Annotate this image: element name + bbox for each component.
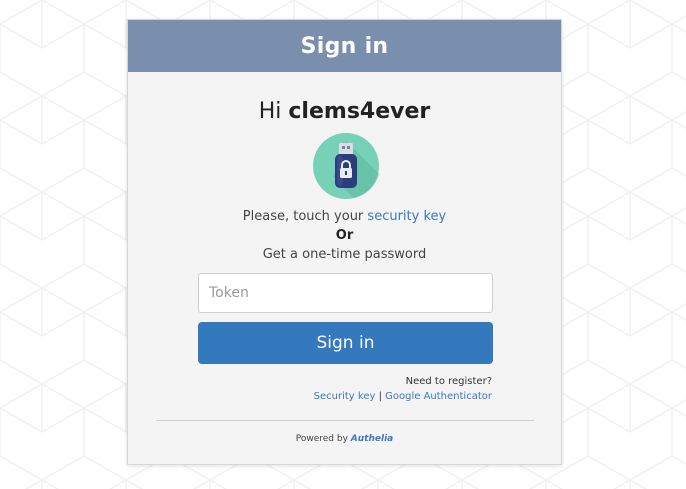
divider xyxy=(156,420,534,421)
sign-in-button[interactable]: Sign in xyxy=(198,322,493,364)
token-input[interactable] xyxy=(198,273,493,313)
greeting-prefix: Hi xyxy=(258,99,282,124)
powered-by-footer: Powered by Authelia xyxy=(128,434,561,444)
sign-in-card: Sign in Hi clems4ever Please, touch your… xyxy=(127,19,562,465)
authelia-brand-link[interactable]: Authelia xyxy=(351,434,393,444)
greeting: Hi clems4ever xyxy=(128,99,561,124)
card-header: Sign in xyxy=(128,20,561,72)
page-title: Sign in xyxy=(300,33,389,59)
or-separator: Or xyxy=(335,228,354,243)
register-google-authenticator-link[interactable]: Google Authenticator xyxy=(385,391,492,402)
usb-security-key-icon xyxy=(313,133,379,199)
otp-prompt: Get a one-time password xyxy=(262,247,427,262)
register-block: Need to register? Security key | Google … xyxy=(314,374,492,404)
register-question: Need to register? xyxy=(405,376,492,387)
register-security-key-link[interactable]: Security key xyxy=(314,391,376,402)
prompt-text: Please, touch your xyxy=(242,209,364,224)
register-links: Security key | Google Authenticator xyxy=(314,389,492,404)
powered-by-text: Powered by xyxy=(295,434,348,444)
link-separator: | xyxy=(378,391,382,402)
touch-key-prompt: Please, touch your security key xyxy=(128,209,561,224)
security-key-link[interactable]: security key xyxy=(367,209,446,224)
username: clems4ever xyxy=(288,99,431,124)
